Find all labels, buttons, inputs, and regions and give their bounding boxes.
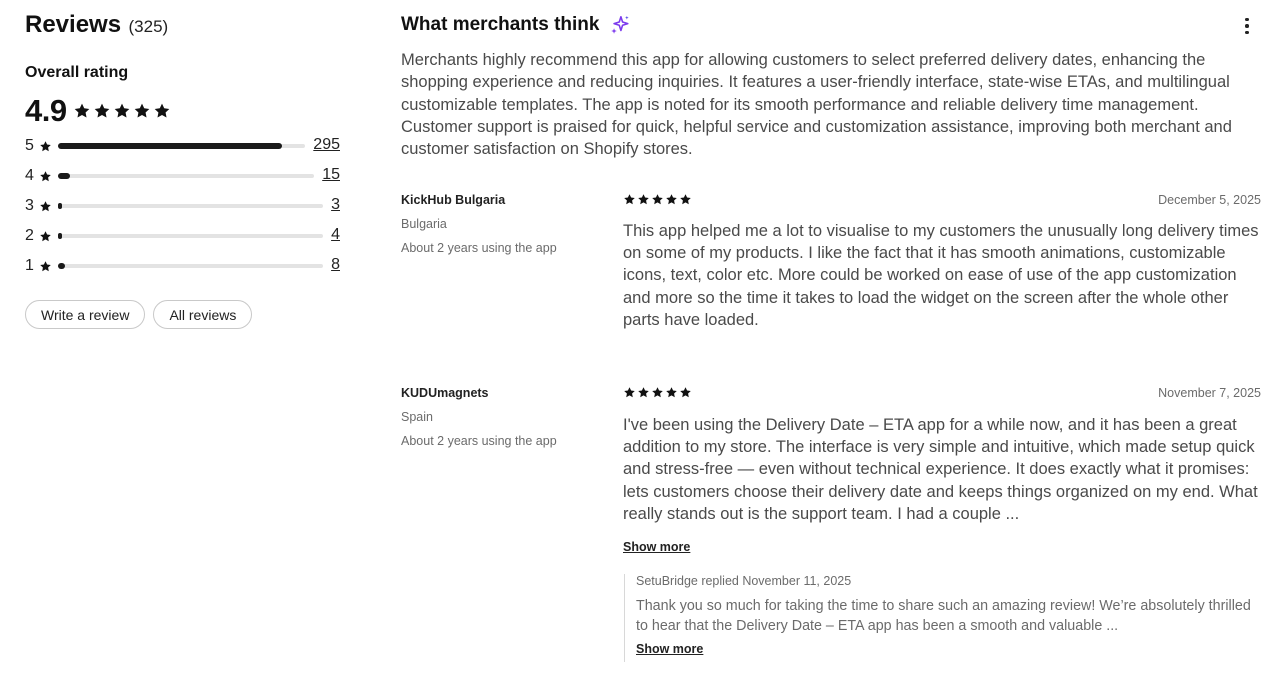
- rating-row-count[interactable]: 3: [327, 196, 340, 214]
- reviewer-name: KUDUmagnets: [401, 386, 489, 400]
- rating-row-stars-label: 5: [25, 137, 34, 154]
- review-card: KUDUmagnets Spain About 2 years using th…: [401, 386, 1261, 566]
- star-icon: [623, 193, 636, 206]
- overall-rating-stars: [73, 102, 171, 120]
- review-card: KickHub Bulgaria Bulgaria About 2 years …: [401, 193, 1261, 343]
- star-icon: [39, 140, 52, 153]
- star-icon: [113, 102, 131, 120]
- overall-rating-value: 4.9: [25, 93, 67, 128]
- more-vertical-icon[interactable]: [1238, 16, 1256, 36]
- rating-bar-track: [58, 203, 323, 209]
- rating-bar-fill: [58, 263, 65, 269]
- star-icon: [651, 386, 664, 399]
- star-icon: [133, 102, 151, 120]
- show-more-link[interactable]: Show more: [623, 540, 690, 554]
- reviewer-usage: About 2 years using the app: [401, 434, 557, 448]
- rating-bar-track: [58, 143, 305, 149]
- reply-show-more-link[interactable]: Show more: [636, 642, 1260, 656]
- rating-row-count[interactable]: 4: [327, 226, 340, 244]
- review-stars: [623, 193, 692, 206]
- review-stars: [623, 386, 692, 399]
- star-icon: [637, 193, 650, 206]
- star-icon: [39, 260, 52, 273]
- star-icon: [665, 386, 678, 399]
- star-icon: [651, 193, 664, 206]
- sparkle-icon: [609, 14, 631, 36]
- star-icon: [623, 386, 636, 399]
- reviewer-name: KickHub Bulgaria: [401, 193, 506, 207]
- star-icon: [679, 193, 692, 206]
- review-date: December 5, 2025: [1158, 193, 1261, 207]
- rating-row-count[interactable]: 8: [327, 256, 340, 274]
- star-icon: [665, 193, 678, 206]
- reviewer-country: Spain: [401, 410, 433, 424]
- review-actions: Write a review All reviews: [25, 300, 253, 329]
- star-icon: [679, 386, 692, 399]
- rating-row-stars-label: 2: [25, 227, 34, 244]
- rating-bar-track: [58, 173, 314, 179]
- rating-row-stars-label: 4: [25, 167, 34, 184]
- star-icon: [73, 102, 91, 120]
- review-date: November 7, 2025: [1158, 386, 1261, 400]
- rating-bar-fill: [58, 233, 62, 239]
- rating-row-stars-label: 3: [25, 197, 34, 214]
- summary-header: What merchants think: [401, 14, 631, 36]
- rating-row-count[interactable]: 15: [318, 166, 340, 184]
- rating-row-1[interactable]: 18: [25, 256, 340, 276]
- reviewer-country: Bulgaria: [401, 217, 447, 231]
- rating-row-count[interactable]: 295: [309, 136, 340, 154]
- rating-bar-fill: [58, 143, 283, 149]
- overall-rating-label: Overall rating: [25, 64, 129, 81]
- reviewer-usage: About 2 years using the app: [401, 241, 557, 255]
- write-review-button[interactable]: Write a review: [25, 300, 146, 329]
- reply-header: SetuBridge replied November 11, 2025: [636, 574, 852, 588]
- review-body: This app helped me a lot to visualise to…: [623, 222, 1259, 329]
- star-icon: [39, 170, 52, 183]
- star-icon: [93, 102, 111, 120]
- rating-row-2[interactable]: 24: [25, 226, 340, 246]
- star-icon: [637, 386, 650, 399]
- reviews-title: Reviews: [25, 11, 122, 38]
- all-reviews-button[interactable]: All reviews: [153, 300, 253, 329]
- rating-row-5[interactable]: 5 295: [25, 136, 340, 156]
- summary-text: Merchants highly recommend this app for …: [401, 51, 1232, 159]
- rating-bar-fill: [58, 173, 70, 179]
- rating-row-3[interactable]: 33: [25, 196, 340, 216]
- reviews-heading: Reviews (325): [25, 11, 168, 39]
- reviews-count: (325): [128, 17, 169, 36]
- reply-body: Thank you so much for taking the time to…: [636, 598, 1251, 634]
- rating-bar-track: [58, 233, 323, 239]
- summary-title: What merchants think: [401, 14, 600, 35]
- overall-rating: 4.9: [25, 93, 171, 129]
- rating-row-stars-label: 1: [25, 257, 34, 274]
- star-icon: [153, 102, 171, 120]
- merchant-reply: SetuBridge replied November 11, 2025 Tha…: [624, 574, 1260, 662]
- rating-bar-track: [58, 263, 323, 269]
- rating-bar-fill: [58, 203, 62, 209]
- star-icon: [39, 200, 52, 213]
- review-body: I've been using the Delivery Date – ETA …: [623, 416, 1258, 523]
- star-icon: [39, 230, 52, 243]
- rating-row-4[interactable]: 4 15: [25, 166, 340, 186]
